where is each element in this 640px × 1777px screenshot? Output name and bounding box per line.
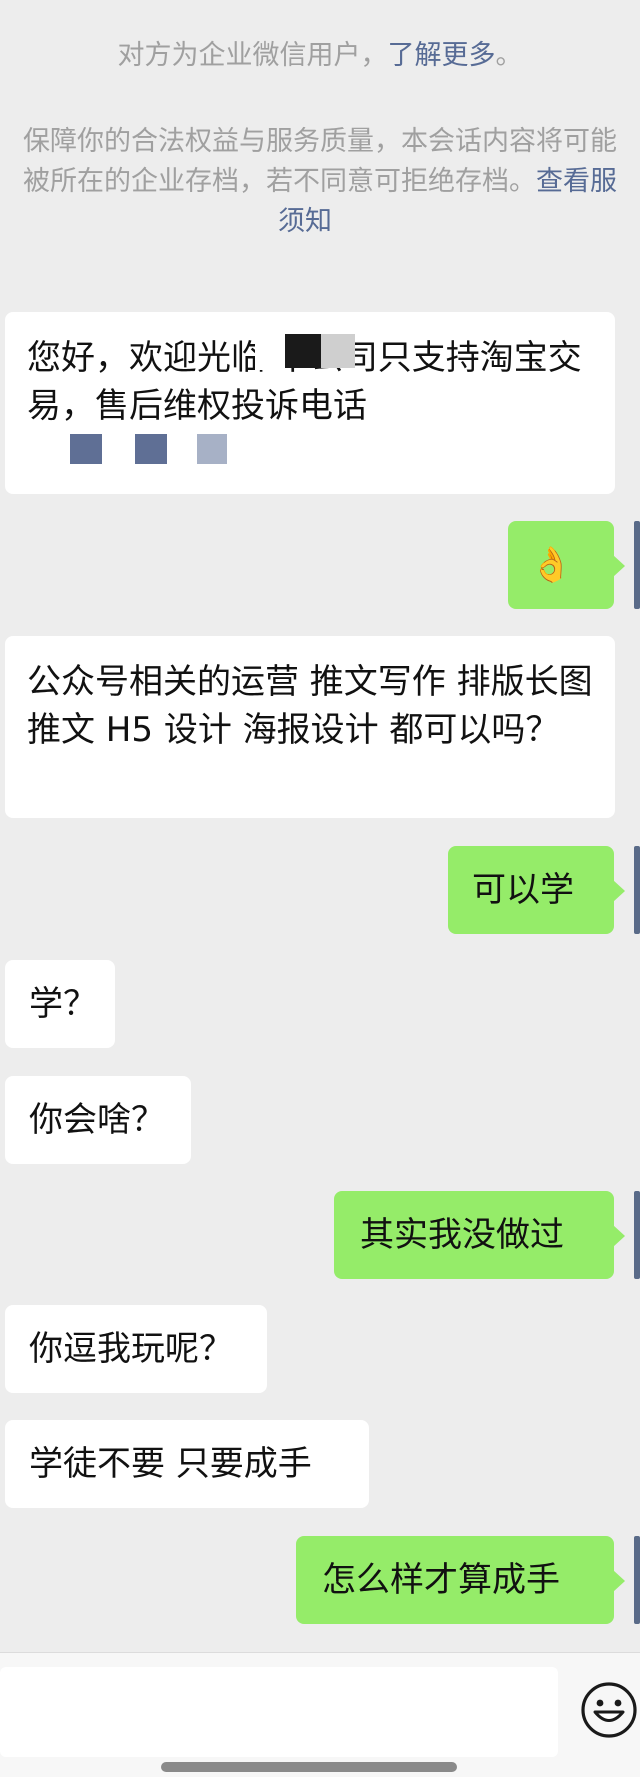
smiley-face-icon[interactable]	[580, 1681, 638, 1739]
redaction-mark	[65, 430, 245, 470]
message-text: 你会啥？	[29, 1100, 165, 1140]
message-text: 公众号相关的运营 推文写作 排版长图推文 H5 设计 海报设计 都可以吗？	[27, 662, 593, 750]
notice-text: 对方为企业微信用户，	[117, 40, 388, 71]
message-text: 怎么样才算成手	[322, 1560, 560, 1600]
self-avatar[interactable]	[634, 846, 640, 934]
message-input[interactable]	[0, 1667, 558, 1757]
message-text: 学？	[29, 984, 97, 1024]
message-bubble-incoming[interactable]: 学？	[5, 960, 115, 1048]
message-text: 学徒不要 只要成手	[29, 1444, 312, 1484]
archive-notice-line2: 被所在的企业存档，若不同意可拒绝存档。查看服	[23, 166, 617, 197]
message-text: 其实我没做过	[360, 1215, 564, 1255]
system-notice-archive: 保障你的合法权益与服务质量，本会话内容将可能 被所在的企业存档，若不同意可拒绝存…	[0, 122, 640, 242]
message-bubble-incoming[interactable]: 你会啥？	[5, 1076, 191, 1164]
view-notice-link[interactable]: 查看服	[536, 166, 617, 197]
self-avatar[interactable]	[634, 1536, 640, 1624]
system-notice-line1: 对方为企业微信用户，了解更多。	[0, 36, 640, 76]
message-bubble-outgoing[interactable]: 👌	[508, 521, 625, 609]
message-bubble-incoming[interactable]: 学徒不要 只要成手	[5, 1420, 369, 1508]
home-indicator[interactable]	[161, 1762, 457, 1772]
redaction-mark	[255, 330, 365, 370]
self-avatar[interactable]	[634, 1191, 640, 1279]
message-text: 你逗我玩呢？	[29, 1329, 233, 1369]
archive-notice-line: 保障你的合法权益与服务质量，本会话内容将可能	[23, 126, 617, 157]
learn-more-link[interactable]: 了解更多	[388, 40, 496, 71]
notice-suffix: 。	[495, 40, 523, 71]
message-bubble-incoming[interactable]: 你逗我玩呢？	[5, 1305, 267, 1393]
self-avatar[interactable]	[634, 521, 640, 609]
message-text: 可以学	[472, 870, 574, 910]
message-bubble-outgoing[interactable]: 怎么样才算成手	[296, 1536, 625, 1624]
message-bubble-outgoing[interactable]: 可以学	[448, 846, 625, 934]
message-bubble-incoming[interactable]: 公众号相关的运营 推文写作 排版长图推文 H5 设计 海报设计 都可以吗？	[5, 636, 615, 818]
message-bubble-incoming[interactable]: 您好，欢迎光临 本公司只支持淘宝交易，售后维权投诉电话	[5, 312, 615, 494]
view-notice-link-cont[interactable]: 须知	[0, 202, 640, 242]
message-bubble-outgoing[interactable]: 其实我没做过	[334, 1191, 625, 1279]
ok-hand-emoji-icon: 👌	[530, 545, 573, 585]
chat-input-bar	[0, 1652, 640, 1777]
